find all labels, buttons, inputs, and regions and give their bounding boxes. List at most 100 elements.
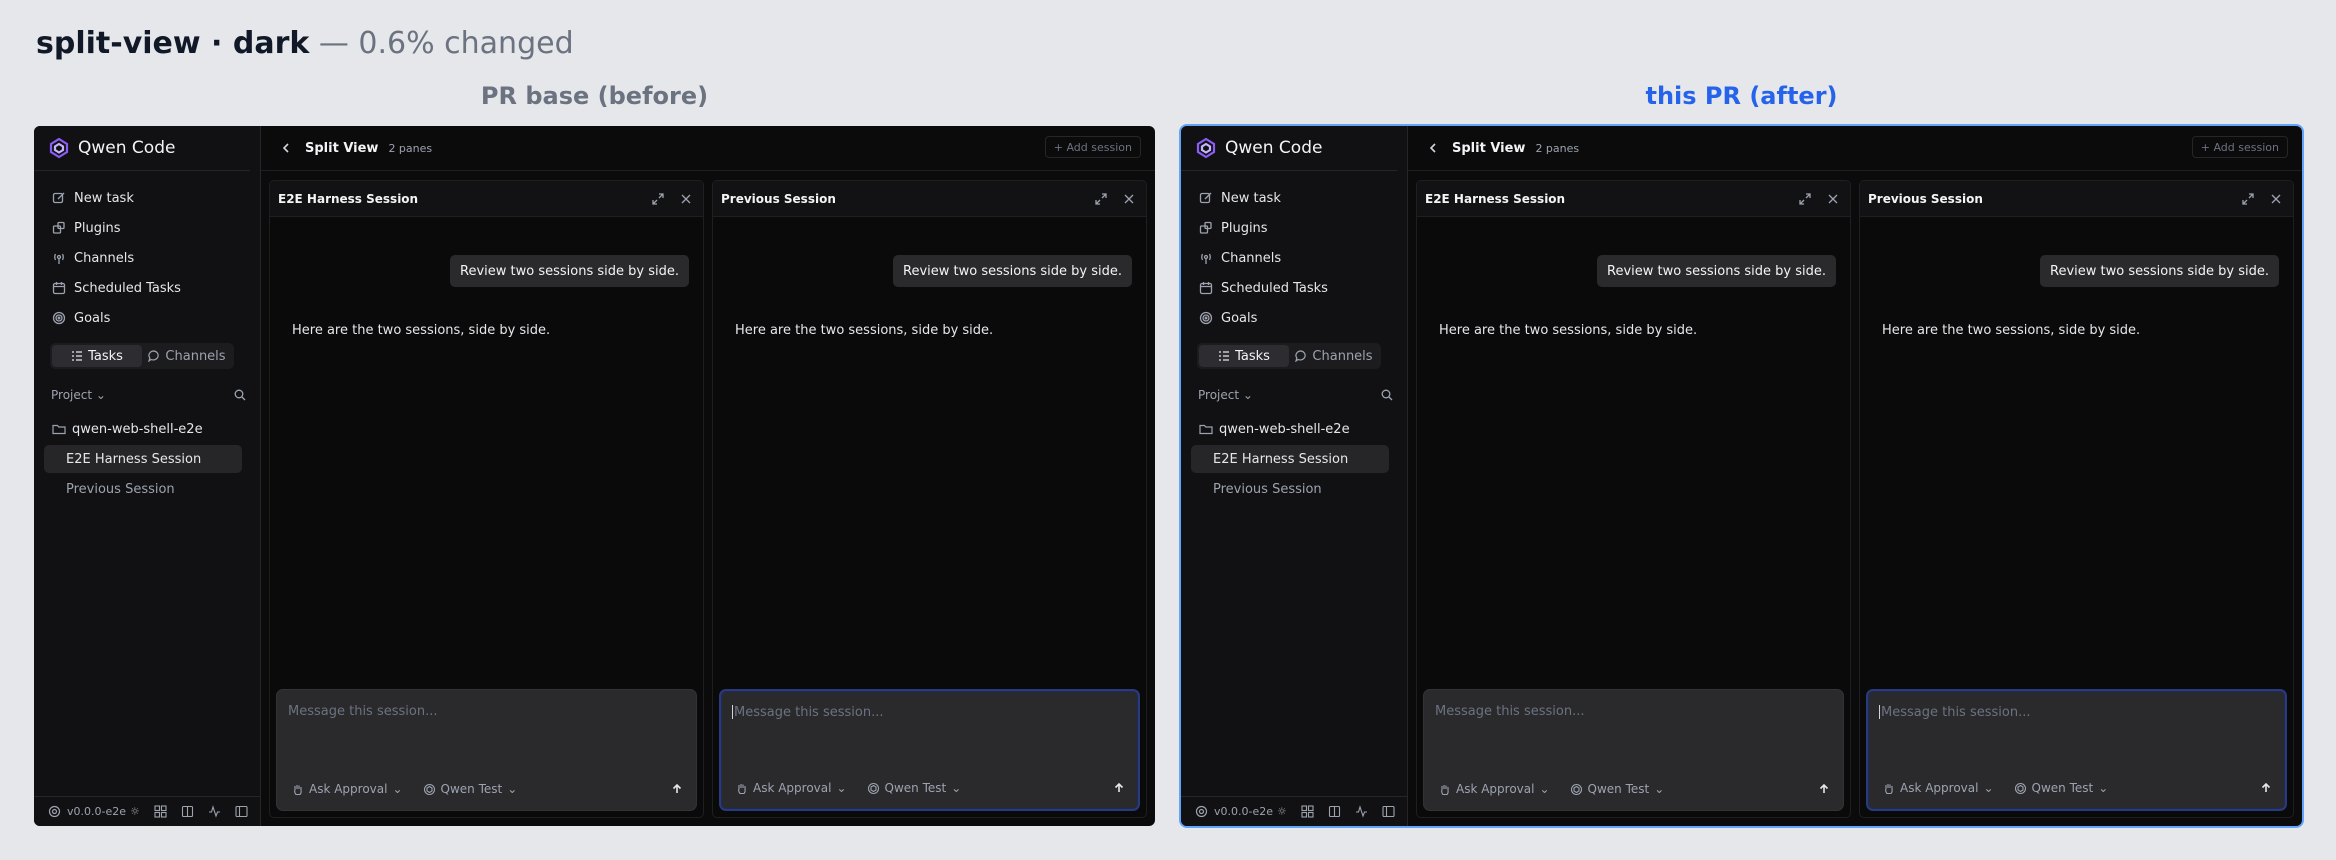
- pane-title: Previous Session: [721, 191, 836, 206]
- sidebar-item-channels[interactable]: Channels: [1181, 243, 1407, 273]
- model-dropdown[interactable]: Qwen Test ⌄: [423, 782, 517, 796]
- search-icon[interactable]: [1381, 389, 1393, 401]
- nav-label: Plugins: [74, 220, 121, 236]
- sidebar-toggle-icon[interactable]: [1382, 805, 1395, 818]
- send-button[interactable]: [2257, 779, 2275, 797]
- project-folder[interactable]: qwen-web-shell-e2e: [34, 413, 260, 445]
- sun-icon[interactable]: ☼: [130, 805, 140, 818]
- sidebar-item-channels[interactable]: Channels: [34, 243, 260, 273]
- nav-label: Plugins: [1221, 220, 1268, 236]
- tab-channels-label: Channels: [1312, 348, 1373, 364]
- project-row: Project ⌄: [34, 383, 260, 407]
- project-dropdown[interactable]: Project ⌄: [51, 388, 106, 402]
- project-label: Project: [1198, 388, 1240, 402]
- search-icon[interactable]: [234, 389, 246, 401]
- book-icon[interactable]: [1328, 805, 1341, 818]
- gear-icon[interactable]: [1195, 805, 1208, 818]
- close-icon[interactable]: [2269, 192, 2283, 206]
- tab-tasks[interactable]: Tasks: [52, 345, 142, 367]
- nav-label: Goals: [74, 310, 111, 326]
- session-item-e2e[interactable]: E2E Harness Session: [44, 445, 242, 473]
- add-session-button[interactable]: + Add session: [1044, 136, 1141, 158]
- app-window-after: Qwen Code New task Plugins Channels Sche…: [1181, 126, 2302, 826]
- before-label: PR base (before): [480, 82, 709, 110]
- book-icon[interactable]: [181, 805, 194, 818]
- message-input[interactable]: Message this session...: [1435, 704, 1584, 719]
- user-message: Review two sessions side by side.: [1597, 255, 1836, 287]
- expand-icon[interactable]: [651, 192, 665, 206]
- session-item-e2e[interactable]: E2E Harness Session: [1191, 445, 1389, 473]
- tab-channels[interactable]: Channels: [1289, 345, 1379, 367]
- sidebar-item-new-task[interactable]: New task: [34, 183, 260, 213]
- expand-icon[interactable]: [1094, 192, 1108, 206]
- chevron-down-icon: ⌄: [836, 781, 847, 795]
- folder-icon: [52, 422, 66, 436]
- sidebar-item-goals[interactable]: Goals: [34, 303, 260, 333]
- activity-icon[interactable]: [208, 805, 221, 818]
- project-dropdown[interactable]: Project ⌄: [1198, 388, 1253, 402]
- approval-mode-dropdown[interactable]: Ask Approval ⌄: [735, 781, 847, 795]
- sidebar-footer: v0.0.0-e2e ☼: [34, 796, 260, 826]
- activity-icon[interactable]: [1355, 805, 1368, 818]
- sidebar-item-goals[interactable]: Goals: [1181, 303, 1407, 333]
- project-folder[interactable]: qwen-web-shell-e2e: [1181, 413, 1407, 445]
- expand-icon[interactable]: [1798, 192, 1812, 206]
- model-dropdown[interactable]: Qwen Test ⌄: [867, 781, 961, 795]
- session-item-previous[interactable]: Previous Session: [44, 475, 242, 503]
- chevron-down-icon: ⌄: [1654, 782, 1665, 796]
- sun-icon[interactable]: ☼: [1277, 805, 1287, 818]
- message-input[interactable]: Message this session...: [288, 704, 437, 719]
- message-composer[interactable]: Message this session... Ask Approval ⌄ Qw…: [719, 689, 1140, 811]
- tab-tasks[interactable]: Tasks: [1199, 345, 1289, 367]
- sidebar-nav: New task Plugins Channels Scheduled Task…: [34, 171, 260, 333]
- tab-channels[interactable]: Channels: [142, 345, 232, 367]
- sidebar-item-scheduled-tasks[interactable]: Scheduled Tasks: [34, 273, 260, 303]
- send-button[interactable]: [668, 780, 686, 798]
- grid-icon[interactable]: [154, 805, 167, 818]
- message-composer[interactable]: Message this session... Ask Approval ⌄ Qw…: [1866, 689, 2287, 811]
- chevron-down-icon: ⌄: [1539, 782, 1550, 796]
- text-caret: [732, 705, 733, 719]
- pane-count: 2 panes: [1535, 141, 1580, 155]
- split-view-title: Split View: [1452, 140, 1526, 156]
- back-icon[interactable]: [279, 141, 293, 155]
- folder-name: qwen-web-shell-e2e: [1219, 421, 1350, 437]
- sidebar-item-plugins[interactable]: Plugins: [34, 213, 260, 243]
- approval-mode-dropdown[interactable]: Ask Approval ⌄: [1438, 782, 1550, 796]
- session-item-previous[interactable]: Previous Session: [1191, 475, 1389, 503]
- message-input[interactable]: Message this session...: [1881, 705, 2030, 720]
- approval-mode-dropdown[interactable]: Ask Approval ⌄: [1882, 781, 1994, 795]
- approval-label: Ask Approval: [309, 782, 388, 796]
- gear-icon[interactable]: [48, 805, 61, 818]
- chevron-down-icon: ⌄: [1983, 781, 1994, 795]
- close-icon[interactable]: [679, 192, 693, 206]
- sidebar-item-scheduled-tasks[interactable]: Scheduled Tasks: [1181, 273, 1407, 303]
- assistant-message: Here are the two sessions, side by side.: [1882, 323, 2141, 338]
- message-composer[interactable]: Message this session... Ask Approval ⌄ Qw…: [1423, 689, 1844, 811]
- close-icon[interactable]: [1826, 192, 1840, 206]
- send-button[interactable]: [1110, 779, 1128, 797]
- expand-icon[interactable]: [2241, 192, 2255, 206]
- target-icon: [1199, 311, 1213, 325]
- nav-label: New task: [74, 190, 134, 206]
- back-icon[interactable]: [1426, 141, 1440, 155]
- sidebar-item-plugins[interactable]: Plugins: [1181, 213, 1407, 243]
- model-dropdown[interactable]: Qwen Test ⌄: [2014, 781, 2108, 795]
- sidebar-toggle-icon[interactable]: [235, 805, 248, 818]
- user-message: Review two sessions side by side.: [893, 255, 1132, 287]
- model-icon: [2014, 782, 2027, 795]
- composer-controls: Ask Approval ⌄ Qwen Test ⌄: [735, 781, 961, 795]
- grid-icon[interactable]: [1301, 805, 1314, 818]
- model-label: Qwen Test: [1587, 782, 1650, 796]
- antenna-icon: [52, 251, 66, 265]
- message-composer[interactable]: Message this session... Ask Approval ⌄ Qw…: [276, 689, 697, 811]
- nav-label: Channels: [74, 250, 135, 266]
- send-button[interactable]: [1815, 780, 1833, 798]
- close-icon[interactable]: [1122, 192, 1136, 206]
- model-dropdown[interactable]: Qwen Test ⌄: [1570, 782, 1665, 796]
- view-toggle: Tasks Channels: [50, 343, 234, 369]
- sidebar-item-new-task[interactable]: New task: [1181, 183, 1407, 213]
- add-session-button[interactable]: + Add session: [2191, 136, 2288, 158]
- approval-mode-dropdown[interactable]: Ask Approval ⌄: [291, 782, 403, 796]
- message-input[interactable]: Message this session...: [734, 705, 883, 720]
